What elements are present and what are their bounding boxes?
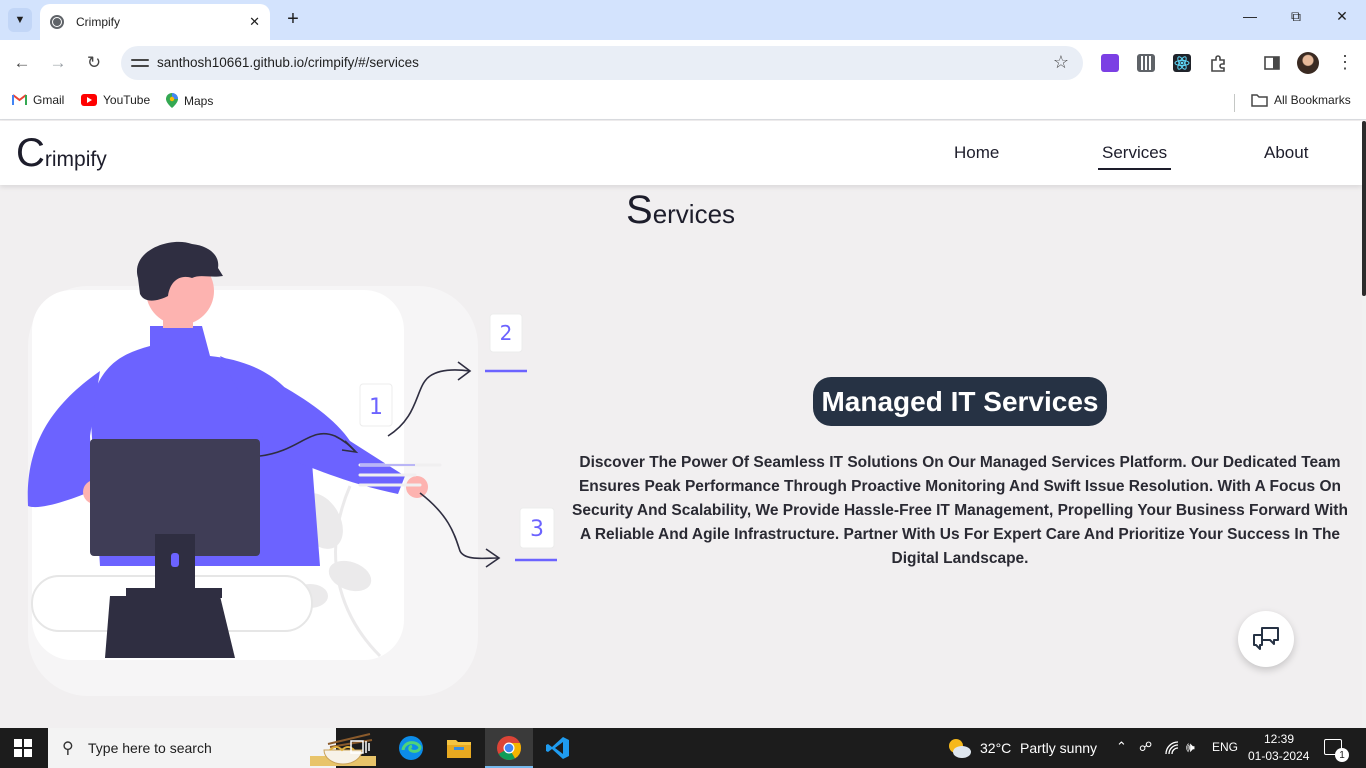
weather-description[interactable]: Partly sunny — [1020, 740, 1097, 756]
chat-button[interactable] — [1238, 611, 1294, 667]
minimize-button[interactable]: — — [1240, 8, 1260, 24]
clock-time[interactable]: 12:39 — [1264, 732, 1294, 746]
browser-tab-bar: ▼ Crimpify ✕ + — ⧉ ✕ — [0, 0, 1366, 40]
wifi-icon[interactable] — [1164, 740, 1180, 756]
address-bar[interactable]: santhosh10661.github.io/crimpify/#/servi… — [121, 46, 1083, 80]
taskbar-search-box[interactable]: ⚲ Type here to search — [48, 728, 376, 768]
bookmarks-divider — [1234, 94, 1235, 112]
windows-start-icon[interactable] — [14, 739, 32, 757]
browser-tab[interactable]: Crimpify ✕ — [40, 4, 270, 40]
folder-icon — [1251, 93, 1268, 107]
chat-icon — [1253, 627, 1279, 650]
chrome-icon[interactable] — [495, 734, 523, 762]
tab-close-icon[interactable]: ✕ — [249, 14, 260, 30]
battery-plug-icon[interactable]: ☍ — [1139, 739, 1152, 755]
browser-toolbar: ← → ↻ santhosh10661.github.io/crimpify/#… — [0, 40, 1366, 86]
file-explorer-icon[interactable] — [445, 734, 473, 762]
notification-count-badge: 1 — [1335, 748, 1349, 762]
tab-search-button[interactable]: ▼ — [8, 8, 32, 32]
weather-temperature[interactable]: 32°C — [980, 740, 1011, 756]
maps-icon — [166, 93, 178, 108]
close-window-button[interactable]: ✕ — [1332, 8, 1352, 25]
step-card-1: 1 — [359, 383, 393, 427]
react-devtools-icon[interactable] — [1173, 54, 1191, 72]
step-card-2: 2 — [485, 313, 527, 373]
edge-browser-icon[interactable] — [397, 734, 425, 762]
vscode-icon[interactable] — [544, 734, 572, 762]
section-title: Services — [626, 188, 735, 233]
step-label: 1 — [369, 395, 383, 420]
volume-icon[interactable]: 🕪 — [1186, 739, 1195, 756]
back-button[interactable]: ← — [10, 51, 34, 75]
language-indicator[interactable]: ENG — [1212, 740, 1238, 754]
gmail-icon — [12, 94, 27, 105]
weather-partly-sunny-icon — [949, 739, 971, 758]
step-label: 2 — [500, 321, 513, 345]
nav-home[interactable]: Home — [954, 143, 999, 168]
service-heading-badge: Managed IT Services — [813, 377, 1107, 426]
legs-illustration — [105, 596, 235, 658]
site-logo[interactable]: Crimpify — [16, 131, 107, 176]
task-view-icon[interactable] — [346, 734, 374, 762]
services-illustration: 1 2 3 — [27, 241, 557, 696]
nav-about[interactable]: About — [1264, 143, 1308, 168]
bookmark-label: Maps — [184, 93, 214, 108]
taskbar-search-placeholder: Type here to search — [88, 740, 212, 756]
reload-button[interactable]: ↻ — [82, 51, 106, 75]
tab-title: Crimpify — [76, 15, 120, 29]
bookmark-youtube[interactable]: YouTube — [81, 93, 150, 107]
windows-taskbar: ⚲ Type here to search 32°C Partly sunny … — [0, 728, 1366, 768]
all-bookmarks-label: All Bookmarks — [1274, 93, 1351, 107]
extensions-puzzle-icon[interactable] — [1209, 54, 1227, 72]
bookmark-star-icon[interactable]: ☆ — [1053, 52, 1069, 73]
youtube-icon — [81, 94, 97, 106]
logo-initial: C — [16, 131, 45, 175]
clock-date[interactable]: 01-03-2024 — [1248, 749, 1309, 763]
step-card-3: 3 — [515, 507, 557, 562]
monitor-base — [126, 588, 222, 598]
section-title-text: ervices — [652, 199, 736, 229]
scrollbar-thumb[interactable] — [1362, 121, 1366, 296]
site-settings-icon[interactable] — [131, 54, 149, 72]
barcode-extension-icon[interactable] — [1137, 54, 1155, 72]
browser-menu-icon[interactable]: ⋮ — [1336, 52, 1354, 73]
bookmark-gmail[interactable]: Gmail — [12, 93, 64, 107]
search-icon: ⚲ — [62, 740, 74, 757]
page-scrollbar[interactable] — [1362, 121, 1366, 728]
chevron-up-icon[interactable]: ⌃ — [1116, 739, 1127, 755]
service-description: Discover The Power Of Seamless IT Soluti… — [572, 454, 1348, 567]
logo-text: rimpify — [44, 148, 107, 171]
profile-avatar[interactable] — [1297, 52, 1319, 74]
step-label: 3 — [530, 517, 544, 542]
globe-icon — [50, 15, 64, 29]
restore-button[interactable]: ⧉ — [1286, 8, 1306, 25]
forward-button[interactable]: → — [46, 51, 70, 75]
new-tab-button[interactable]: + — [282, 8, 304, 30]
bookmark-label: Gmail — [33, 93, 65, 107]
extension-icon[interactable] — [1101, 54, 1119, 72]
bookmark-maps[interactable]: Maps — [166, 93, 213, 108]
nav-services[interactable]: Services — [1098, 143, 1172, 170]
bookmark-label: YouTube — [103, 93, 151, 107]
side-panel-icon[interactable] — [1263, 54, 1281, 72]
bookmarks-bar: Gmail YouTube Maps All Bookmarks — [0, 86, 1366, 120]
site-header: Crimpify Home Services About — [0, 121, 1362, 185]
person-right-hand — [406, 476, 428, 498]
all-bookmarks-button[interactable]: All Bookmarks — [1251, 93, 1351, 107]
url-text[interactable]: santhosh10661.github.io/crimpify/#/servi… — [157, 55, 419, 70]
section-title-initial: S — [626, 188, 653, 232]
monitor-light — [171, 553, 179, 567]
